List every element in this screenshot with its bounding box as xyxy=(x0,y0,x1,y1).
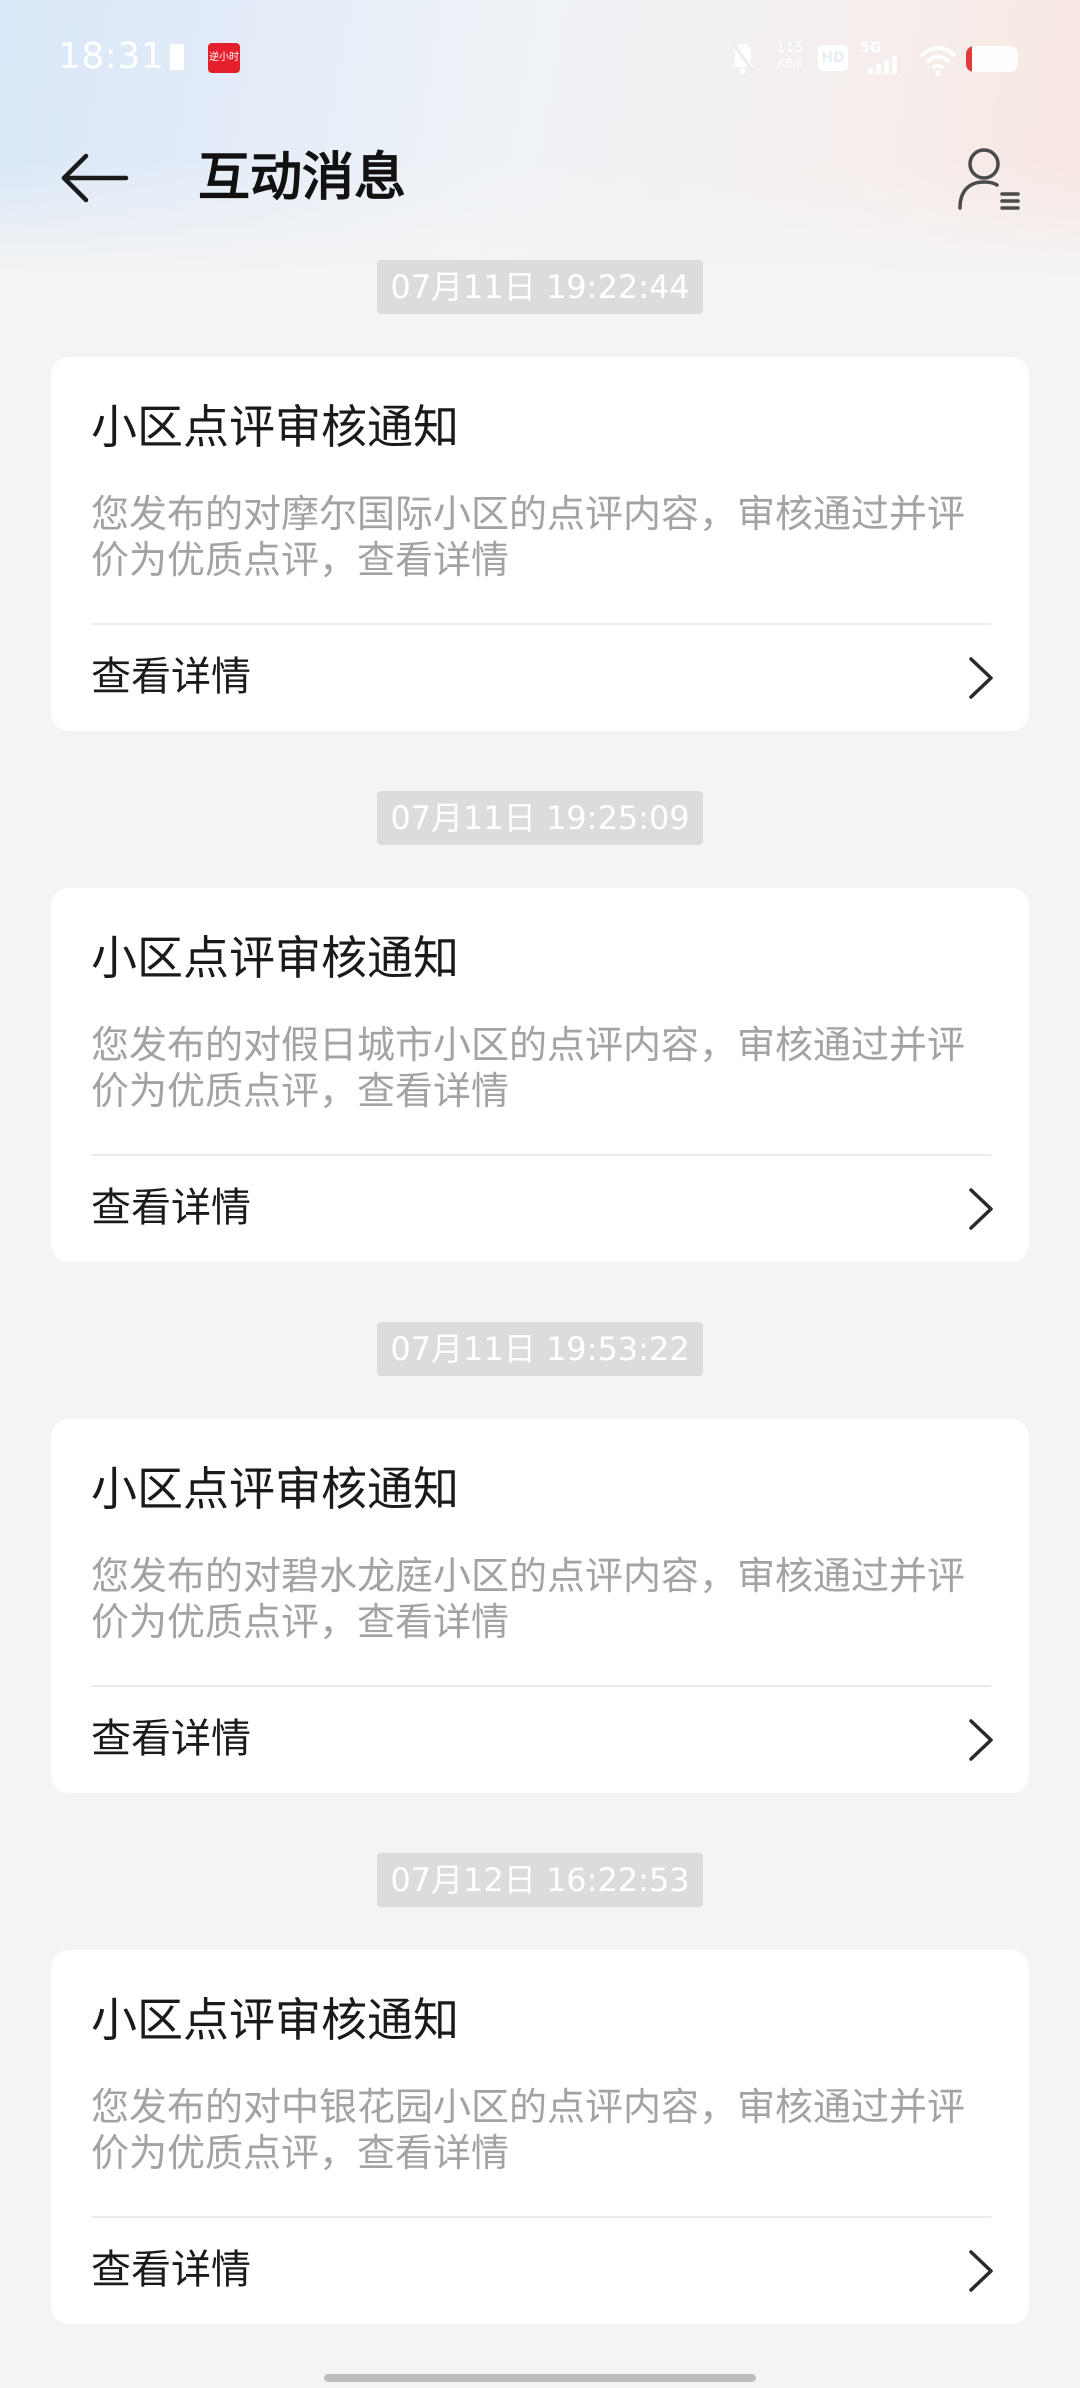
message-item: 07月11日 19:25:09 小区点评审核通知 您发布的对假日城市小区的点评内… xyxy=(0,789,1080,1320)
arrow-left-icon xyxy=(61,153,129,203)
user-settings-button[interactable] xyxy=(952,142,1024,214)
view-details-button[interactable]: 查看详情 xyxy=(51,1687,1029,1793)
view-details-button[interactable]: 查看详情 xyxy=(51,625,1029,731)
back-button[interactable] xyxy=(56,148,132,208)
view-details-button[interactable]: 查看详情 xyxy=(51,2218,1029,2324)
sim-card-icon xyxy=(170,44,184,70)
user-menu-icon xyxy=(958,148,1020,210)
message-body: 您发布的对中银花园小区的点评内容，审核通过并评价为优质点评，查看详情 xyxy=(91,2085,966,2175)
view-details-button[interactable]: 查看详情 xyxy=(51,1156,1029,1262)
message-timestamp: 07月11日 19:25:09 xyxy=(377,791,703,845)
message-title: 小区点评审核通知 xyxy=(91,1462,459,1516)
message-body: 您发布的对摩尔国际小区的点评内容，审核通过并评价为优质点评，查看详情 xyxy=(91,492,966,582)
status-bar: 18:31 逆小时 115 KB/s HD 5G xyxy=(0,0,1080,118)
page-title: 互动消息 xyxy=(198,148,407,208)
battery-icon xyxy=(966,46,1018,72)
status-time: 18:31 xyxy=(58,36,165,77)
cellular-signal: 5G xyxy=(860,40,904,76)
network-speed: 115 KB/s xyxy=(770,40,810,72)
app-notification-icon: 逆小时 xyxy=(208,43,240,73)
message-card[interactable]: 小区点评审核通知 您发布的对中银花园小区的点评内容，审核通过并评价为优质点评，查… xyxy=(51,1950,1029,2324)
network-speed-unit: KB/s xyxy=(777,57,803,70)
chevron-right-icon xyxy=(969,1188,993,1230)
message-title: 小区点评审核通知 xyxy=(91,400,459,454)
message-list: 07月11日 19:22:44 小区点评审核通知 您发布的对摩尔国际小区的点评内… xyxy=(0,258,1080,2382)
view-details-label: 查看详情 xyxy=(91,654,251,700)
message-item: 07月11日 19:53:22 小区点评审核通知 您发布的对碧水龙庭小区的点评内… xyxy=(0,1320,1080,1851)
message-timestamp: 07月12日 16:22:53 xyxy=(377,1853,703,1907)
message-body: 您发布的对碧水龙庭小区的点评内容，审核通过并评价为优质点评，查看详情 xyxy=(91,1554,966,1644)
home-indicator[interactable] xyxy=(324,2374,756,2382)
chevron-right-icon xyxy=(969,657,993,699)
view-details-label: 查看详情 xyxy=(91,1716,251,1762)
hd-voice-icon: HD xyxy=(818,45,848,71)
message-item: 07月11日 19:22:44 小区点评审核通知 您发布的对摩尔国际小区的点评内… xyxy=(0,258,1080,789)
view-details-label: 查看详情 xyxy=(91,1185,251,1231)
message-timestamp: 07月11日 19:53:22 xyxy=(377,1322,703,1376)
message-title: 小区点评审核通知 xyxy=(91,1993,459,2047)
bell-muted-icon xyxy=(730,41,757,75)
message-card[interactable]: 小区点评审核通知 您发布的对摩尔国际小区的点评内容，审核通过并评价为优质点评，查… xyxy=(51,357,1029,731)
message-card[interactable]: 小区点评审核通知 您发布的对假日城市小区的点评内容，审核通过并评价为优质点评，查… xyxy=(51,888,1029,1262)
message-title: 小区点评审核通知 xyxy=(91,931,459,985)
signal-bars-icon xyxy=(868,56,897,74)
network-speed-value: 115 xyxy=(776,40,804,56)
app-header: 互动消息 xyxy=(0,118,1080,238)
message-body: 您发布的对假日城市小区的点评内容，审核通过并评价为优质点评，查看详情 xyxy=(91,1023,966,1113)
battery-level-fill xyxy=(966,46,973,72)
message-timestamp: 07月11日 19:22:44 xyxy=(377,260,703,314)
chevron-right-icon xyxy=(969,2250,993,2292)
wifi-icon xyxy=(919,46,957,76)
message-item: 07月12日 16:22:53 小区点评审核通知 您发布的对中银花园小区的点评内… xyxy=(0,1851,1080,2382)
message-card[interactable]: 小区点评审核通知 您发布的对碧水龙庭小区的点评内容，审核通过并评价为优质点评，查… xyxy=(51,1419,1029,1793)
view-details-label: 查看详情 xyxy=(91,2247,251,2293)
chevron-right-icon xyxy=(969,1719,993,1761)
